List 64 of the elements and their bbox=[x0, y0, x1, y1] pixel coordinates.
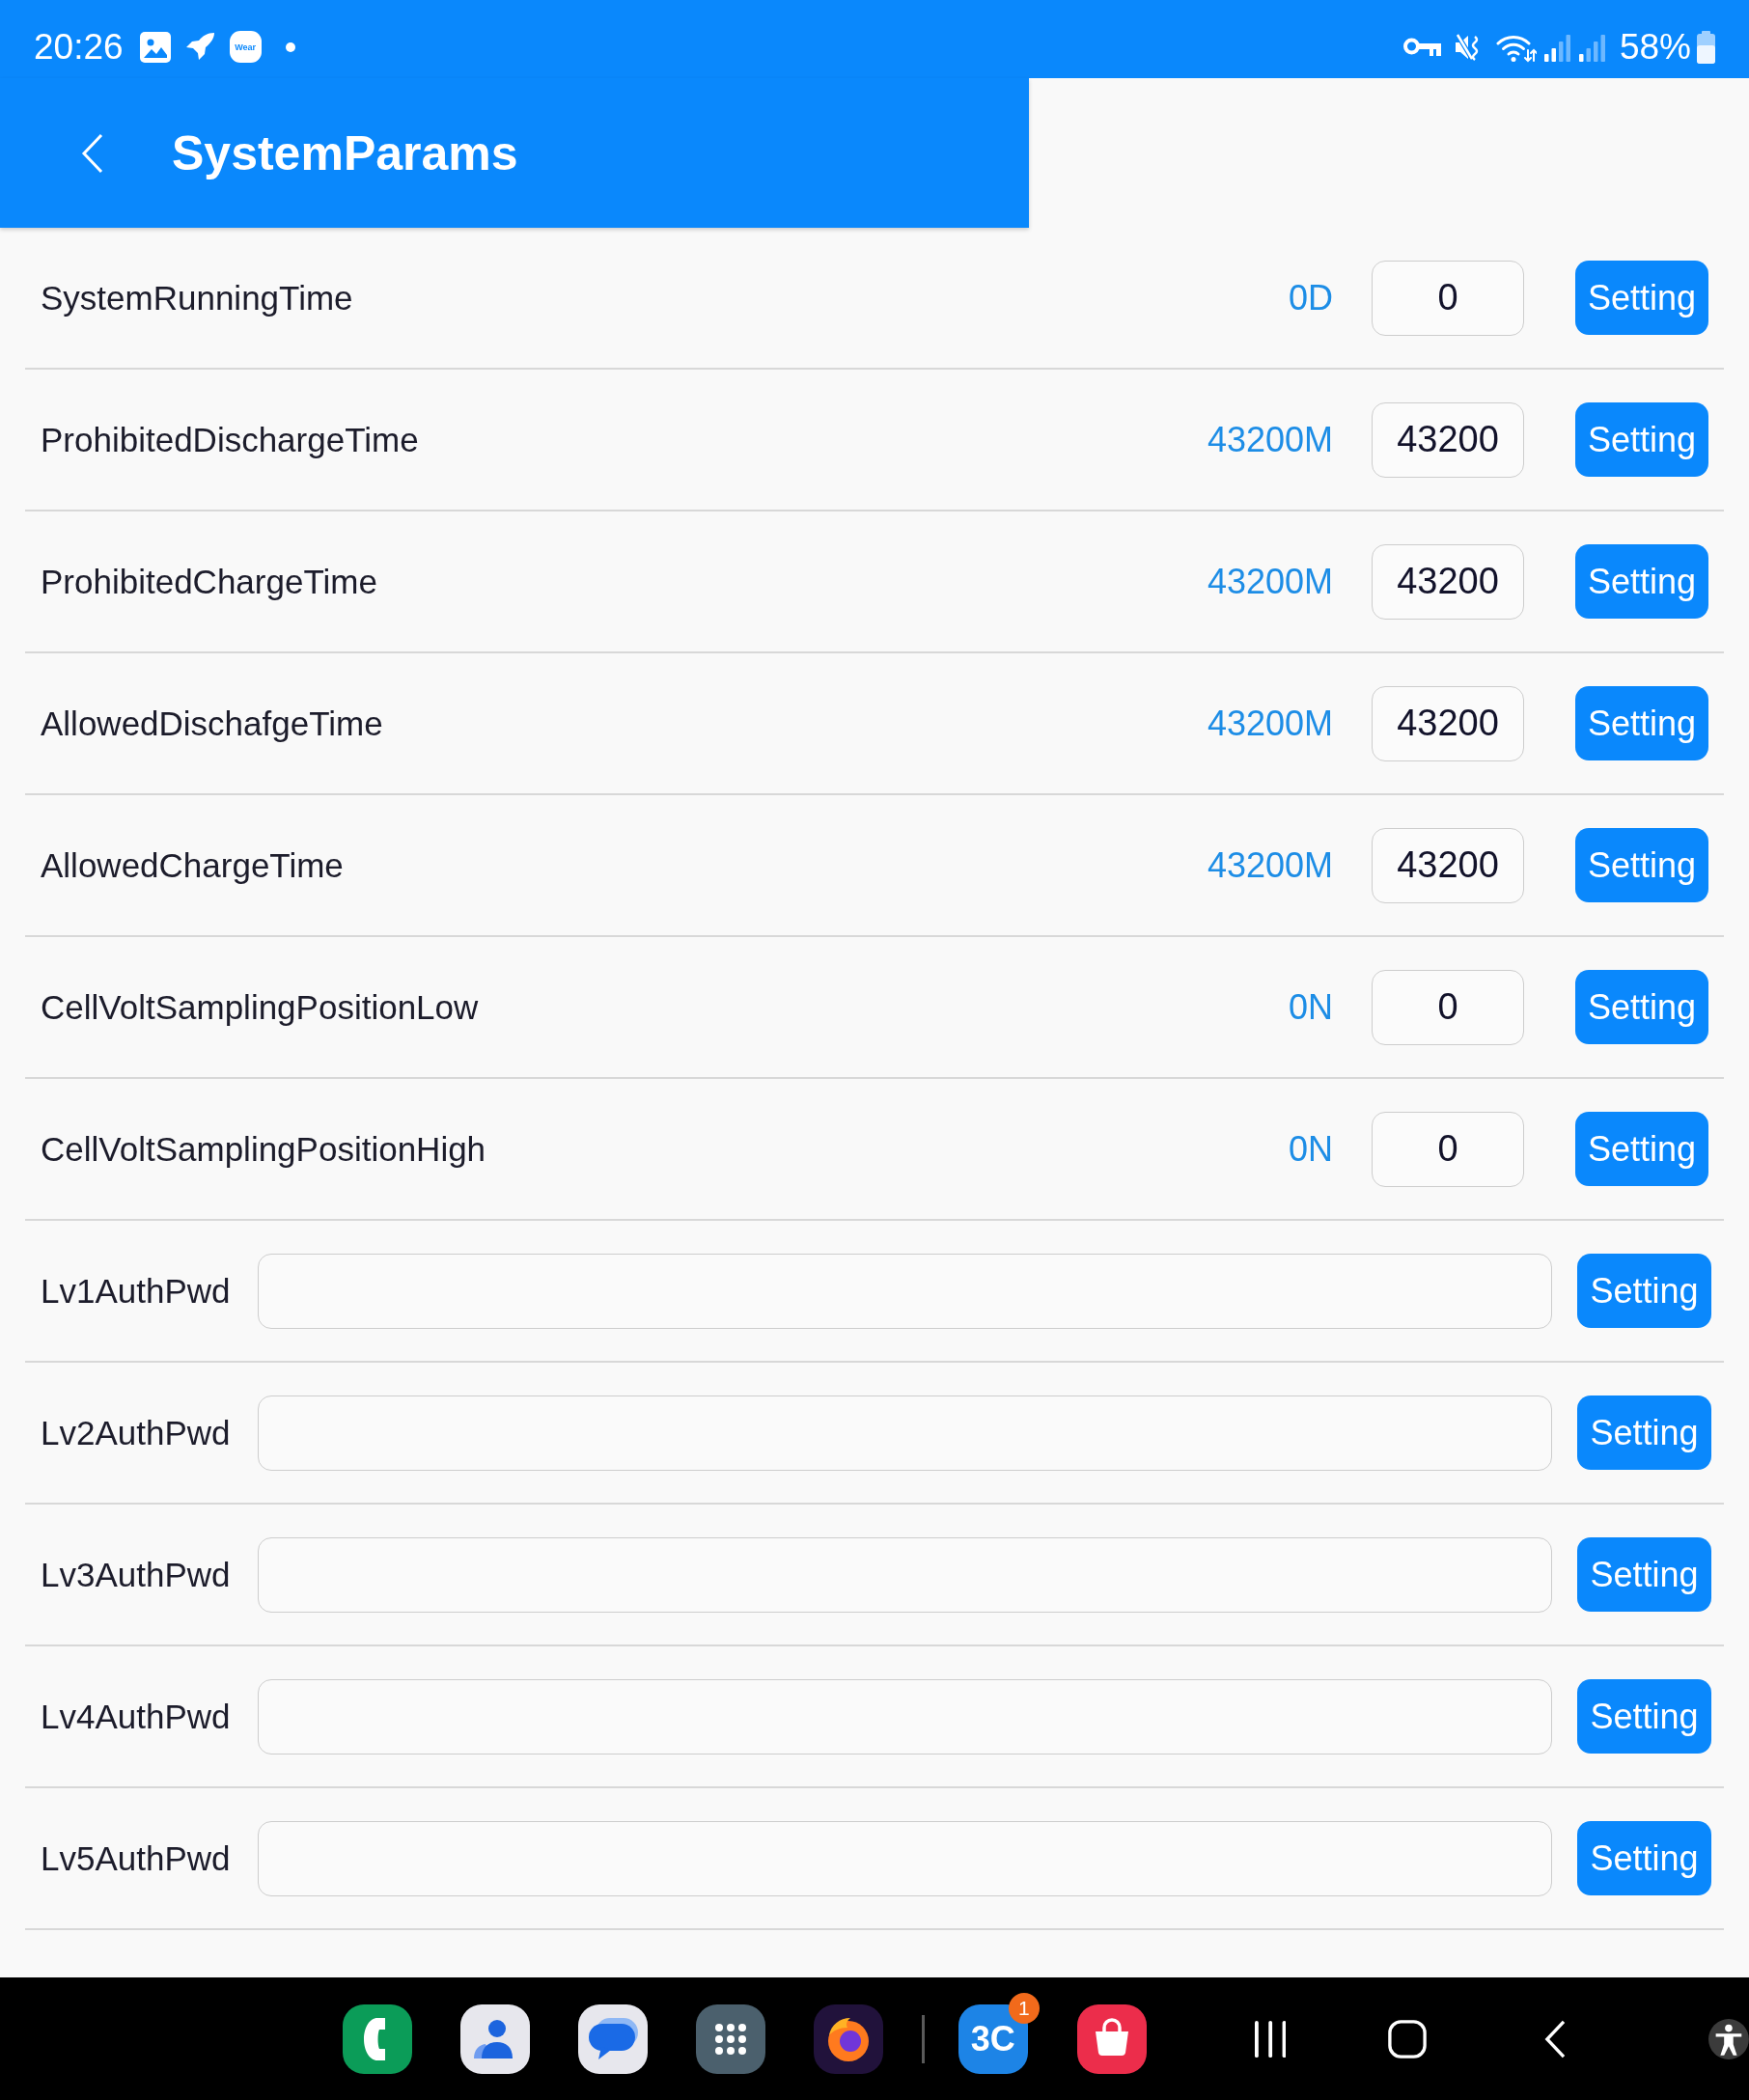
home-icon[interactable] bbox=[1388, 2018, 1428, 2059]
app-drawer-icon[interactable] bbox=[696, 2003, 765, 2074]
password-input-field[interactable] bbox=[257, 1678, 1552, 1755]
number-input-field[interactable]: 43200 bbox=[1372, 543, 1524, 620]
battery-icon bbox=[1697, 30, 1715, 64]
gallery-icon bbox=[139, 31, 171, 63]
param-label: CellVoltSamplingPositionHigh bbox=[41, 1129, 486, 1169]
param-label: AllowedChargeTime bbox=[41, 845, 344, 885]
setting-button[interactable]: Setting bbox=[1577, 1537, 1711, 1612]
setting-button[interactable]: Setting bbox=[1575, 261, 1708, 335]
setting-button[interactable]: Setting bbox=[1577, 1395, 1711, 1470]
setting-button[interactable]: Setting bbox=[1577, 1679, 1711, 1754]
phone-app-icon[interactable] bbox=[343, 2003, 412, 2074]
param-label: Lv4AuthPwd bbox=[41, 1697, 231, 1736]
shopping-bag-app-icon[interactable] bbox=[1076, 2003, 1147, 2074]
wear-app-icon: Wear bbox=[229, 31, 262, 63]
param-label: AllowedDischafgeTime bbox=[41, 704, 383, 743]
current-value: 43200M bbox=[1207, 419, 1333, 460]
setting-button[interactable]: Setting bbox=[1575, 402, 1708, 477]
firefox-app-icon[interactable] bbox=[814, 2003, 883, 2074]
password-input-field[interactable] bbox=[257, 1536, 1552, 1613]
current-value: 0D bbox=[1288, 277, 1333, 318]
signal-icon bbox=[1543, 32, 1571, 62]
current-value: 0N bbox=[1288, 1128, 1333, 1170]
setting-button[interactable]: Setting bbox=[1577, 1821, 1711, 1895]
param-label: Lv5AuthPwd bbox=[41, 1838, 231, 1878]
contacts-app-icon[interactable] bbox=[460, 2003, 530, 2074]
number-input-field[interactable]: 0 bbox=[1372, 1111, 1524, 1187]
current-value: 43200M bbox=[1207, 844, 1333, 886]
number-input-field[interactable]: 43200 bbox=[1372, 827, 1524, 903]
setting-button[interactable]: Setting bbox=[1577, 1254, 1711, 1328]
param-label: CellVoltSamplingPositionLow bbox=[41, 987, 479, 1027]
param-label: Lv3AuthPwd bbox=[41, 1555, 231, 1594]
number-input-field[interactable]: 0 bbox=[1372, 260, 1524, 336]
param-label: ProhibitedDischargeTime bbox=[41, 420, 419, 459]
messages-app-icon[interactable] bbox=[578, 2003, 648, 2074]
number-input-field[interactable]: 43200 bbox=[1372, 685, 1524, 761]
page-title: SystemParams bbox=[172, 124, 518, 181]
number-input-field[interactable]: 43200 bbox=[1372, 401, 1524, 478]
current-value: 0N bbox=[1288, 986, 1333, 1028]
notification-badge: 1 bbox=[1008, 1992, 1040, 2024]
setting-button[interactable]: Setting bbox=[1575, 686, 1708, 760]
notification-dot-icon bbox=[285, 41, 295, 52]
password-input-field[interactable] bbox=[257, 1253, 1552, 1329]
setting-button[interactable]: Setting bbox=[1575, 1112, 1708, 1186]
setting-button[interactable]: Setting bbox=[1575, 828, 1708, 902]
number-input-field[interactable]: 0 bbox=[1372, 969, 1524, 1045]
password-input-field[interactable] bbox=[257, 1395, 1552, 1471]
key-icon bbox=[1402, 37, 1441, 57]
password-input-field[interactable] bbox=[257, 1820, 1552, 1896]
clock-time: 20:26 bbox=[34, 26, 124, 68]
signal-icon bbox=[1578, 32, 1606, 62]
param-label: Lv2AuthPwd bbox=[41, 1413, 231, 1452]
back-icon[interactable] bbox=[1544, 2018, 1568, 2059]
setting-button[interactable]: Setting bbox=[1575, 970, 1708, 1044]
param-label: SystemRunningTime bbox=[41, 278, 353, 318]
setting-button[interactable]: Setting bbox=[1575, 544, 1708, 619]
current-value: 43200M bbox=[1207, 561, 1333, 602]
param-label: ProhibitedChargeTime bbox=[41, 562, 377, 601]
recent-apps-icon[interactable] bbox=[1254, 2019, 1287, 2059]
current-value: 43200M bbox=[1207, 703, 1333, 744]
param-label: Lv1AuthPwd bbox=[41, 1271, 231, 1311]
battery-percent: 58% bbox=[1619, 26, 1691, 68]
accessibility-icon[interactable] bbox=[1708, 2017, 1749, 2060]
